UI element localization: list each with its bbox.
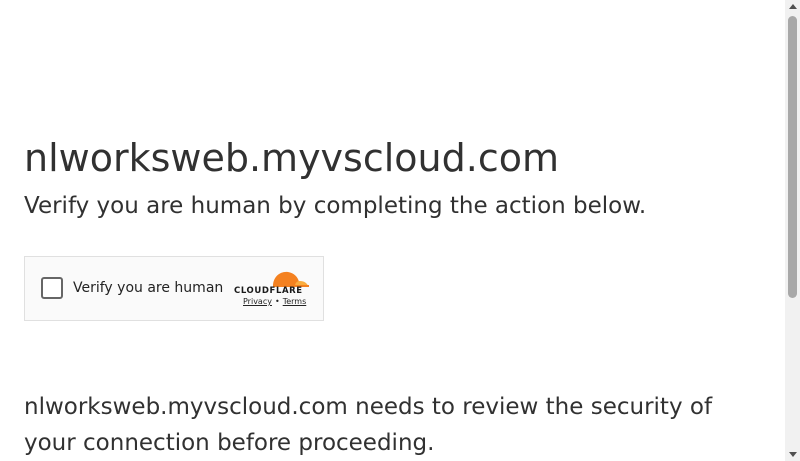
verify-checkbox[interactable]	[41, 277, 63, 299]
page-title: nlworksweb.myvscloud.com	[24, 136, 559, 180]
turnstile-widget: Verify you are human CLOUDFLARE Privacy •…	[24, 256, 324, 321]
privacy-link[interactable]: Privacy	[243, 297, 272, 306]
link-separator: •	[274, 297, 280, 306]
terms-link[interactable]: Terms	[283, 297, 307, 306]
vertical-scrollbar[interactable]	[785, 0, 800, 461]
verify-checkbox-label[interactable]: Verify you are human	[73, 279, 223, 297]
page-subtitle: Verify you are human by completing the a…	[24, 193, 647, 219]
scroll-up-arrow-icon[interactable]	[789, 4, 797, 9]
widget-links: Privacy • Terms	[243, 297, 306, 306]
scroll-down-arrow-icon[interactable]	[789, 452, 797, 457]
cloudflare-brand: CLOUDFLARE	[234, 286, 303, 296]
scrollbar-thumb[interactable]	[788, 16, 797, 298]
security-notice: nlworksweb.myvscloud.com needs to review…	[24, 394, 713, 456]
challenge-page: nlworksweb.myvscloud.com Verify you are …	[0, 0, 800, 461]
